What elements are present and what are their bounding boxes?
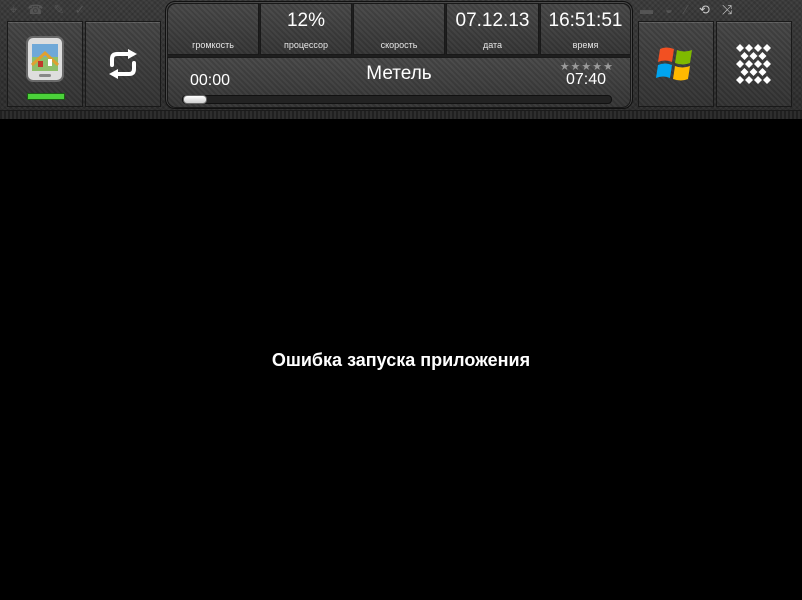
- diamond-mark: [745, 44, 753, 52]
- date-cell: 07.12.13 дата: [446, 3, 539, 55]
- media-player[interactable]: 00:00 Метель ★★★★★ 07:40: [167, 57, 631, 108]
- diamond-mark: [740, 52, 749, 60]
- gps-icon: ⌖: [10, 2, 18, 17]
- status-icons-right: ▬ ◒ ⁄ ⟲ ⤨: [640, 2, 732, 18]
- disk-icon: ◒: [665, 2, 673, 17]
- diamond-mark: [763, 44, 771, 52]
- diamond-mark: [763, 76, 771, 84]
- diamond-mark: [740, 68, 749, 76]
- speed-label: скорость: [380, 40, 418, 50]
- diamond-mark: [754, 44, 762, 52]
- cpu-value: 12%: [286, 10, 326, 31]
- diamond-mark: [749, 52, 758, 60]
- status-icons-left: ⌖ ☎ ✎ ✓: [10, 2, 85, 18]
- refresh-button[interactable]: [85, 21, 161, 107]
- check-icon: ✓: [74, 2, 86, 17]
- diamond-mark: [758, 52, 767, 60]
- info-panel: громкость 12% процессор скорость 07.12.1…: [165, 1, 633, 109]
- diamond-mark: [745, 76, 753, 84]
- active-indicator: [27, 93, 65, 100]
- time-cell: 16:51:51 время: [540, 3, 631, 55]
- antenna-icon: ▬: [640, 2, 653, 17]
- windows-button[interactable]: [638, 21, 714, 107]
- time-value: 16:51:51: [548, 10, 623, 31]
- phone-icon: ☎: [27, 2, 44, 17]
- volume-label: громкость: [192, 40, 234, 50]
- tools-icon: ✎: [53, 2, 65, 17]
- diamond-mark: [736, 44, 744, 52]
- top-bar-edge: [0, 110, 802, 119]
- error-message: Ошибка запуска приложения: [271, 350, 531, 370]
- diamond-mark: [749, 68, 758, 76]
- cpu-label: процессор: [283, 40, 329, 50]
- progress-track[interactable]: [182, 95, 612, 104]
- diamond-mark: [763, 60, 771, 68]
- shuffle-icon[interactable]: ⤨: [722, 2, 732, 18]
- repeat-icon[interactable]: ⟲: [699, 2, 710, 18]
- navigator-app-button[interactable]: [7, 21, 83, 107]
- cpu-cell: 12% процессор: [260, 3, 352, 55]
- diamond-mark: [754, 60, 762, 68]
- diamond-mark: [758, 68, 767, 76]
- speed-cell: скорость: [353, 3, 445, 55]
- windows-logo-icon: [656, 47, 692, 81]
- refresh-icon: [109, 49, 137, 79]
- diamond-mark: [736, 60, 744, 68]
- track-duration: 07:40: [565, 71, 606, 88]
- progress-thumb[interactable]: [183, 95, 207, 104]
- diamond-mark: [736, 76, 744, 84]
- diamond-mark: [754, 76, 762, 84]
- volume-cell[interactable]: громкость: [167, 3, 259, 55]
- diamond-grid-menu-icon: [736, 44, 771, 84]
- signal-icon: ⁄: [684, 2, 688, 17]
- navigator-app-icon: [26, 36, 64, 82]
- top-bar: ⌖ ☎ ✎ ✓ ▬ ◒ ⁄ ⟲ ⤨ громкость 12% процессо…: [0, 0, 802, 119]
- menu-button[interactable]: [716, 21, 792, 107]
- diamond-mark: [745, 60, 753, 68]
- time-label: время: [572, 40, 599, 50]
- date-label: дата: [482, 40, 503, 50]
- date-value: 07.12.13: [455, 10, 530, 31]
